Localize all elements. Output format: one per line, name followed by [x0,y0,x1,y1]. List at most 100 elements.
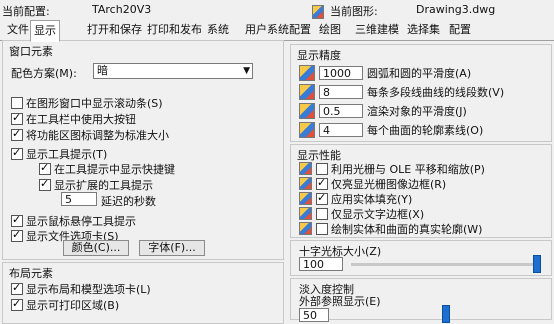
color-scheme-select[interactable]: 暗 ▼ [93,63,253,79]
checkbox-label: 仅亮显光栅图像边框(R) [331,177,447,191]
checkbox-scrollbars[interactable]: 在图形窗口中显示滚动条(S) [11,95,163,110]
polyline-segments-input[interactable]: 8 [319,84,363,99]
checkbox-label: 在图形窗口中显示滚动条(S) [26,96,163,110]
raster-frame-icon [299,177,312,190]
contour-lines-label: 每个曲面的轮廓素线(O) [367,123,484,137]
resolution-row-contour: 4 每个曲面的轮廓素线(O) [299,121,484,138]
tab-open-save[interactable]: 打开和保存 [84,22,145,38]
checkbox-box[interactable] [39,177,51,191]
checkbox-label: 显示扩展的工具提示 [54,178,153,192]
current-profile-label: 当前配置: [2,5,50,18]
checkbox-large-buttons[interactable]: 在工具栏中使用大按钮 [11,111,136,126]
tab-3d-modeling[interactable]: 三维建模 [352,22,402,38]
tab-strip: 文件 显示 打开和保存 打印和发布 系统 用户系统配置 绘图 三维建模 选择集 … [0,20,554,42]
solid-fill-icon [299,192,312,205]
options-header: 当前配置: TArch20V3 当前图形: Drawing3.dwg [0,0,554,20]
checkbox-rollover-tooltips[interactable]: 显示鼠标悬停工具提示 [11,213,136,228]
render-smoothness-input[interactable]: 0.5 [319,103,363,118]
resolution-row-polyline: 8 每条多段线曲线的线段数(V) [299,83,505,100]
polyline-segments-label: 每条多段线曲线的线段数(V) [367,85,505,99]
xref-display-input[interactable]: 50 [299,308,329,322]
tab-display[interactable]: 显示 [30,20,60,42]
resolution-row-render: 0.5 渲染对象的平滑度(J) [299,102,467,119]
checkbox-ribbon-icons[interactable]: 将功能区图标调整为标准大小 [11,127,169,142]
display-resolution-title: 显示精度 [297,49,341,62]
checkbox-box[interactable] [11,228,23,242]
checkbox-layout-tabs[interactable]: 显示布局和模型选项卡(L) [11,281,151,296]
right-panel: 显示精度 1000 圆弧和圆的平滑度(A) 8 每条多段线曲线的线段数(V) 0… [290,40,552,323]
xref-slider-thumb[interactable] [442,305,450,323]
crosshair-size-input[interactable]: 100 [299,257,343,271]
contour-lines-icon [299,121,315,138]
checkbox-box[interactable] [11,111,23,125]
checkbox-label: 在工具栏中使用大按钮 [26,112,136,126]
window-elements-group: 窗口元素 配色方案(M): 暗 ▼ 在图形窗口中显示滚动条(S) 在工具栏中使用… [2,40,284,260]
current-drawing-label: 当前图形: [330,5,378,18]
render-smoothness-icon [299,102,315,119]
display-resolution-group: 显示精度 1000 圆弧和圆的平滑度(A) 8 每条多段线曲线的线段数(V) 0… [290,44,552,142]
checkbox-label: 显示可打印区域(B) [26,298,120,312]
polyline-segments-icon [299,83,315,100]
checkbox-extended-tooltips[interactable]: 显示扩展的工具提示 [39,177,153,192]
checkbox-label: 在工具提示中显示快捷键 [54,162,175,176]
checkbox-solid-fill[interactable]: 应用实体填充(Y) [299,191,412,206]
contour-lines-input[interactable]: 4 [319,122,363,137]
checkbox-raster-ole[interactable]: 利用光栅与 OLE 平移和缩放(P) [299,161,485,176]
arc-smoothness-input[interactable]: 1000 [319,65,363,80]
tab-file[interactable]: 文件 [4,22,32,38]
arc-smoothness-icon [299,64,315,81]
checkbox-box[interactable] [316,222,328,235]
fade-control-group: 淡入度控制 外部参照显示(E) 50 [290,278,552,323]
window-elements-title: 窗口元素 [9,45,53,58]
tab-profiles[interactable]: 配置 [446,22,474,38]
checkbox-label: 应用实体填充(Y) [331,192,413,206]
tab-user-preferences[interactable]: 用户系统配置 [242,22,314,38]
checkbox-text-frame[interactable]: 仅显示文字边框(X) [299,206,424,221]
tab-system[interactable]: 系统 [204,22,232,38]
display-performance-group: 显示性能 利用光栅与 OLE 平移和缩放(P) 仅亮显光栅图像边框(R) 应用实… [290,144,552,238]
colors-button[interactable]: 颜色(C)... [63,240,129,256]
tab-drafting[interactable]: 绘图 [316,22,344,38]
checkbox-box[interactable] [316,176,328,190]
checkbox-box[interactable] [11,127,23,141]
checkbox-label: 利用光栅与 OLE 平移和缩放(P) [331,162,485,176]
checkbox-box[interactable] [11,213,23,227]
checkbox-box[interactable] [316,207,328,220]
tab-plot-publish[interactable]: 打印和发布 [144,22,205,38]
checkbox-shortcut-keys[interactable]: 在工具提示中显示快捷键 [39,161,175,176]
checkbox-true-silhouettes[interactable]: 绘制实体和曲面的真实轮廓(W) [299,221,482,236]
color-scheme-label: 配色方案(M): [11,67,77,80]
current-profile-value: TArch20V3 [92,3,152,16]
checkbox-label: 显示布局和模型选项卡(L) [26,282,151,296]
checkbox-box[interactable] [316,191,328,205]
tab-selection[interactable]: 选择集 [404,22,443,38]
checkbox-box[interactable] [11,96,23,109]
checkbox-box[interactable] [11,297,23,311]
checkbox-label: 仅显示文字边框(X) [331,207,425,221]
checkbox-printable-area[interactable]: 显示可打印区域(B) [11,297,119,312]
raster-pan-icon [299,162,312,175]
crosshair-slider-thumb[interactable] [533,255,541,273]
checkbox-label: 显示工具提示(T) [26,147,108,161]
text-frame-icon [299,207,312,220]
delay-seconds-input[interactable]: 5 [61,192,97,206]
crosshair-slider-track [351,263,541,266]
checkbox-box[interactable] [316,162,328,175]
arc-smoothness-label: 圆弧和圆的平滑度(A) [367,66,472,80]
checkbox-box[interactable] [39,161,51,175]
checkbox-box[interactable] [11,146,23,160]
checkbox-raster-frame[interactable]: 仅亮显光栅图像边框(R) [299,176,446,191]
chevron-down-icon: ▼ [243,66,250,76]
silhouette-icon [299,222,312,235]
crosshair-size-group: 十字光标大小(Z) 100 [290,240,552,276]
checkbox-label: 绘制实体和曲面的真实轮廓(W) [331,222,483,236]
left-panel: 窗口元素 配色方案(M): 暗 ▼ 在图形窗口中显示滚动条(S) 在工具栏中使用… [2,40,284,324]
fonts-button[interactable]: 字体(F)... [139,240,205,256]
checkbox-label: 显示鼠标悬停工具提示 [26,214,136,228]
checkbox-tooltips[interactable]: 显示工具提示(T) [11,146,107,161]
checkbox-label: 将功能区图标调整为标准大小 [26,128,169,142]
layout-elements-title: 布局元素 [9,267,53,280]
checkbox-box[interactable] [11,281,23,295]
color-scheme-value: 暗 [97,64,108,77]
delay-seconds-label: 延迟的秒数 [101,195,156,208]
